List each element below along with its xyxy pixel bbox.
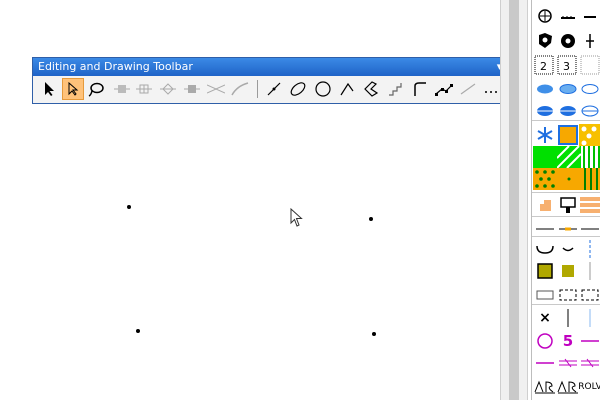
olive-square-outline-icon[interactable] — [534, 260, 556, 282]
toolbar-title-bar[interactable]: Editing and Drawing Toolbar ▾ ✕ — [33, 58, 527, 76]
blue-ellipse-outline-icon[interactable] — [557, 78, 579, 100]
dashed-segment-icon[interactable] — [457, 78, 479, 100]
vertical-scrollbar[interactable] — [500, 0, 528, 400]
stamp-tool-icon[interactable] — [557, 194, 579, 216]
toolbar-buttons — [33, 76, 527, 103]
peach-square-icon[interactable] — [534, 194, 556, 216]
comb-line-icon[interactable] — [557, 5, 579, 27]
blue-vertical-line-icon[interactable] — [579, 307, 600, 329]
toolbar-separator — [257, 80, 258, 98]
palette-separator — [532, 216, 600, 217]
dashed-rect-icon[interactable] — [557, 284, 579, 306]
polyline-icon[interactable] — [336, 78, 358, 100]
curve-line-icon[interactable] — [409, 78, 431, 100]
point-marker[interactable] — [127, 205, 131, 209]
orange-dots-icon[interactable] — [579, 124, 600, 146]
green-fill-icon[interactable] — [533, 146, 557, 168]
rolv-label[interactable]: ROLV — [578, 376, 600, 398]
purple-line-icon[interactable] — [579, 330, 600, 352]
dotted-square-2-icon[interactable]: 2 — [533, 54, 555, 76]
node-split-icon[interactable] — [133, 78, 155, 100]
palette-separator — [532, 192, 600, 193]
dotted-square-3-icon[interactable]: 3 — [556, 54, 578, 76]
node-square-icon[interactable] — [181, 78, 203, 100]
arrow-up-line-icon[interactable] — [579, 30, 600, 52]
palette-separator — [532, 304, 600, 305]
gray-vertical-line-icon[interactable] — [579, 260, 600, 282]
polygon-icon[interactable] — [360, 78, 382, 100]
select-arrow-icon[interactable] — [39, 78, 61, 100]
orange-square-icon[interactable] — [557, 124, 579, 146]
peach-stripes-icon[interactable] — [579, 194, 600, 216]
blue-lens-outline-icon[interactable] — [579, 100, 600, 122]
orange-green-dots-icon[interactable] — [533, 168, 557, 190]
circle-icon[interactable] — [312, 78, 334, 100]
blot-shape-icon[interactable] — [534, 30, 556, 52]
ab-stamp-icon[interactable] — [534, 376, 556, 398]
select-vertex-icon[interactable] — [62, 78, 84, 100]
horizontal-dash-icon[interactable] — [579, 5, 600, 27]
toolbar-title: Editing and Drawing Toolbar — [38, 60, 193, 73]
scrollbar-thumb[interactable] — [509, 0, 519, 400]
point-marker[interactable] — [372, 332, 376, 336]
purple-crossing-icon[interactable] — [557, 352, 579, 374]
empty-rect-icon[interactable] — [534, 284, 556, 306]
purple-circle-icon[interactable] — [534, 330, 556, 352]
green-stripes-icon[interactable] — [581, 146, 600, 168]
bracket-curve-icon[interactable] — [534, 238, 556, 260]
green-hatch-icon[interactable] — [557, 146, 581, 168]
curve-edit-icon[interactable] — [229, 78, 251, 100]
blue-lens-2-icon[interactable] — [557, 100, 579, 122]
point-marker[interactable] — [369, 217, 373, 221]
small-curve-icon[interactable] — [557, 238, 579, 260]
dashed-rect-2-icon[interactable] — [579, 284, 600, 306]
blue-ellipse-icon[interactable] — [534, 78, 556, 100]
orange-green-stripes-icon[interactable] — [581, 168, 600, 190]
stair-line-icon[interactable] — [385, 78, 407, 100]
spline-icon[interactable] — [433, 78, 455, 100]
dotted-line-icon[interactable] — [480, 78, 502, 100]
purple-crossing-2-icon[interactable] — [579, 352, 600, 374]
palette-separator — [532, 120, 600, 121]
ring-icon[interactable] — [557, 30, 579, 52]
purple-line-2-icon[interactable] — [534, 352, 556, 374]
ellipse-outline-icon[interactable] — [579, 78, 600, 100]
node-diamond-icon[interactable] — [157, 78, 179, 100]
editing-drawing-toolbar[interactable]: Editing and Drawing Toolbar ▾ ✕ — [32, 57, 528, 104]
ellipse-icon[interactable] — [287, 78, 309, 100]
blue-lens-icon[interactable] — [534, 100, 556, 122]
node-icon[interactable] — [111, 78, 133, 100]
palette-separator — [532, 236, 600, 237]
orange-fill-icon[interactable] — [557, 168, 581, 190]
dotted-pattern-icon[interactable] — [579, 54, 600, 76]
svg-text:2: 2 — [540, 60, 547, 73]
olive-square-icon[interactable] — [557, 260, 579, 282]
mouse-cursor-icon — [290, 208, 303, 227]
svg-text:3: 3 — [563, 60, 570, 73]
ab-stamp-2-icon[interactable] — [557, 376, 579, 398]
symbol-palette[interactable]: 2 3 × 5 ROLV — [531, 0, 600, 400]
blue-asterisk-icon[interactable] — [534, 124, 556, 146]
split-lines-icon[interactable] — [205, 78, 227, 100]
purple-five-label[interactable]: 5 — [557, 330, 579, 352]
line-icon[interactable] — [263, 78, 285, 100]
vertical-line-icon[interactable] — [557, 307, 579, 329]
blue-dashed-vertical-icon[interactable] — [579, 238, 600, 260]
x-mark-icon[interactable]: × — [534, 307, 556, 329]
lasso-icon[interactable] — [85, 78, 107, 100]
crosshair-circle-icon[interactable] — [534, 5, 556, 27]
point-marker[interactable] — [136, 329, 140, 333]
